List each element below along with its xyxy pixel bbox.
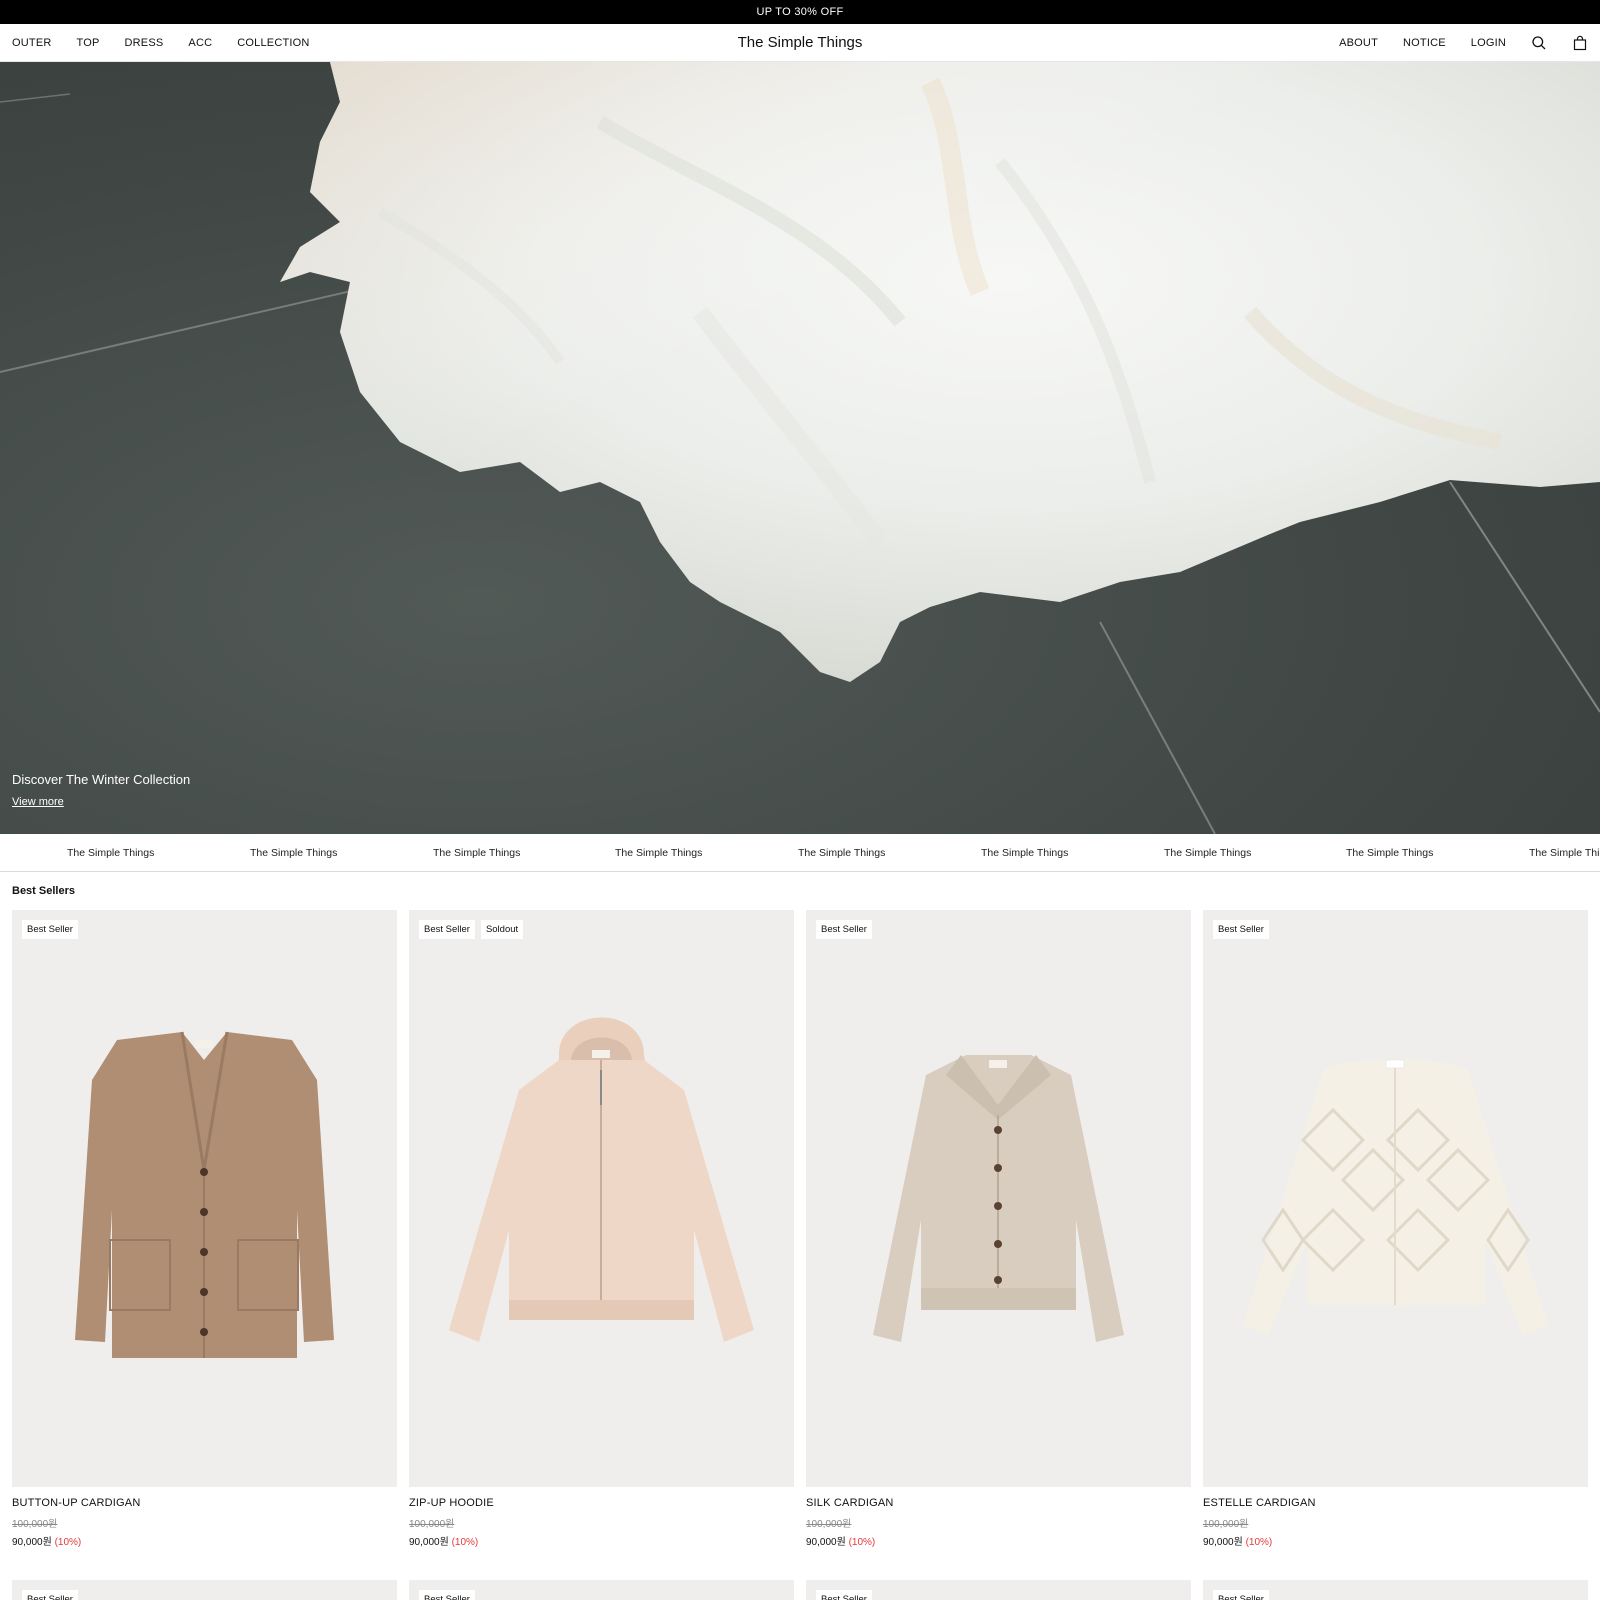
crochet-cardigan-image (1243, 1058, 1548, 1335)
main-navigation: OUTER TOP DRESS ACC COLLECTION The Simpl… (0, 24, 1600, 62)
product-card[interactable]: Best Seller SILK CARDIGAN 100,000원 90,00… (806, 910, 1191, 1548)
product-badges: Best Seller Soldout (419, 920, 524, 939)
product-card[interactable]: Best Seller (806, 1580, 1191, 1600)
badge-best-seller: Best Seller (1213, 1590, 1269, 1600)
brand-logo[interactable]: The Simple Things (738, 34, 863, 51)
hero-view-more-link[interactable]: View more (12, 796, 64, 808)
nav-item-outer[interactable]: OUTER (12, 37, 52, 49)
marquee-item: The Simple Things (250, 847, 338, 859)
marquee-item: The Simple Things (615, 847, 703, 859)
promo-bar: UP TO 30% OFF (0, 0, 1600, 24)
cardigan-image (873, 1055, 1124, 1342)
product-card[interactable]: Best Seller Soldout ZIP-UP HOODIE 100,00… (409, 910, 794, 1548)
hero-image (0, 62, 1600, 834)
hero-title: Discover The Winter Collection (12, 772, 191, 787)
nav-item-login[interactable]: LOGIN (1471, 37, 1506, 49)
product-card[interactable]: Best Seller (409, 1580, 794, 1600)
badge-best-seller: Best Seller (419, 1590, 475, 1600)
product-badges: Best Seller (22, 920, 78, 939)
shopping-bag-icon[interactable] (1572, 35, 1588, 51)
hoodie-image (449, 1017, 754, 1342)
marquee-item: The Simple Things (1529, 847, 1600, 859)
brand-marquee: The Simple Things The Simple Things The … (0, 834, 1600, 872)
product-image[interactable]: Best Seller (12, 910, 397, 1487)
product-image[interactable]: Best Seller (1203, 910, 1588, 1487)
nav-utilities: ABOUT NOTICE LOGIN (1339, 24, 1588, 61)
nav-categories: OUTER TOP DRESS ACC COLLECTION (12, 24, 310, 61)
sale-price: 90,000원 (806, 1537, 846, 1548)
product-badges: Best Seller (1213, 920, 1269, 939)
product-name[interactable]: BUTTON-UP CARDIGAN (12, 1497, 397, 1509)
badge-best-seller: Best Seller (419, 920, 475, 939)
product-price: 90,000원 (10%) (12, 1533, 397, 1548)
marquee-item: The Simple Things (67, 847, 155, 859)
product-name[interactable]: ZIP-UP HOODIE (409, 1497, 794, 1509)
sale-price: 90,000원 (1203, 1537, 1243, 1548)
product-price: 90,000원 (10%) (409, 1533, 794, 1548)
discount-rate: (10%) (848, 1537, 876, 1548)
discount-rate: (10%) (1245, 1537, 1273, 1548)
product-original-price: 100,000원 (1203, 1519, 1249, 1530)
product-image[interactable]: Best Seller Soldout (409, 910, 794, 1487)
product-price: 90,000원 (10%) (1203, 1533, 1588, 1548)
nav-item-notice[interactable]: NOTICE (1403, 37, 1446, 49)
discount-rate: (10%) (451, 1537, 479, 1548)
product-name[interactable]: SILK CARDIGAN (806, 1497, 1191, 1509)
marquee-item: The Simple Things (433, 847, 521, 859)
product-original-price: 100,000원 (806, 1519, 852, 1530)
product-original-price: 100,000원 (409, 1519, 455, 1530)
badge-best-seller: Best Seller (816, 1590, 872, 1600)
marquee-item: The Simple Things (981, 847, 1069, 859)
nav-item-acc[interactable]: ACC (188, 37, 212, 49)
product-badges: Best Seller (816, 920, 872, 939)
nav-item-dress[interactable]: DRESS (125, 37, 164, 49)
best-sellers-title: Best Sellers (12, 885, 75, 897)
marquee-item: The Simple Things (1164, 847, 1252, 859)
promo-text: UP TO 30% OFF (756, 6, 844, 18)
badge-best-seller: Best Seller (816, 920, 872, 939)
product-image[interactable]: Best Seller (806, 910, 1191, 1487)
product-card[interactable]: Best Seller ESTELLE CARDIGAN 100,000원 90… (1203, 910, 1588, 1548)
product-card[interactable]: Best Seller (12, 1580, 397, 1600)
product-name[interactable]: ESTELLE CARDIGAN (1203, 1497, 1588, 1509)
product-card[interactable]: Best Seller (1203, 1580, 1588, 1600)
product-original-price: 100,000원 (12, 1519, 58, 1530)
badge-best-seller: Best Seller (22, 920, 78, 939)
product-card[interactable]: Best Seller BUTTON-UP CARDIGAN 100,000원 … (12, 910, 397, 1548)
badge-best-seller: Best Seller (22, 1590, 78, 1600)
product-price: 90,000원 (10%) (806, 1533, 1191, 1548)
hero-banner[interactable]: Discover The Winter Collection View more (0, 62, 1600, 834)
sale-price: 90,000원 (12, 1537, 52, 1548)
search-icon[interactable] (1531, 35, 1547, 51)
nav-item-top[interactable]: TOP (77, 37, 100, 49)
cardigan-image (75, 1031, 334, 1358)
marquee-item: The Simple Things (798, 847, 886, 859)
nav-item-collection[interactable]: COLLECTION (237, 37, 309, 49)
discount-rate: (10%) (54, 1537, 82, 1548)
marquee-item: The Simple Things (1346, 847, 1434, 859)
sale-price: 90,000원 (409, 1537, 449, 1548)
badge-best-seller: Best Seller (1213, 920, 1269, 939)
badge-soldout: Soldout (480, 920, 524, 939)
nav-item-about[interactable]: ABOUT (1339, 37, 1378, 49)
